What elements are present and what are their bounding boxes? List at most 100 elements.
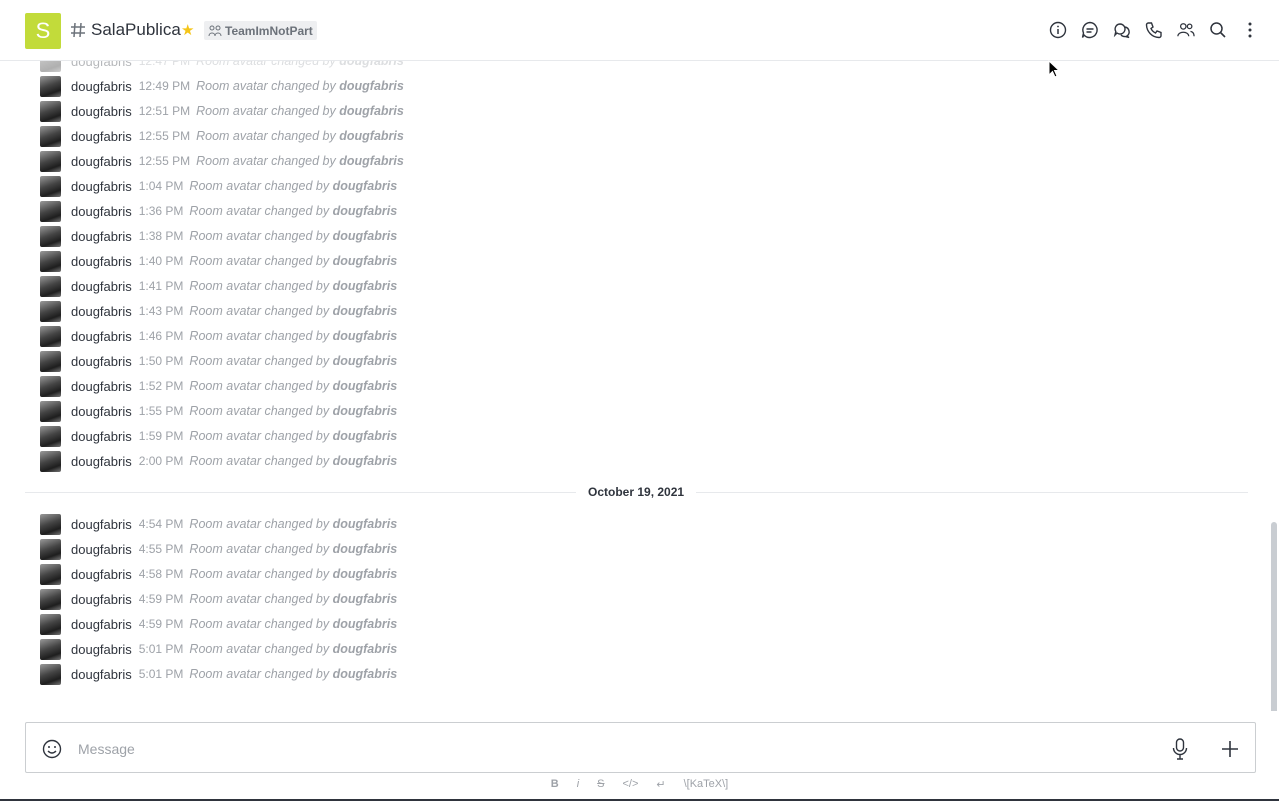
message-row[interactable]: dougfabris 1:55 PM Room avatar changed by … (40, 400, 397, 422)
user-avatar[interactable] (40, 100, 61, 122)
user-avatar[interactable] (40, 638, 61, 660)
bold-button[interactable]: B (551, 778, 559, 794)
message-username[interactable]: dougfabris (71, 329, 132, 344)
message-username[interactable]: dougfabris (71, 404, 132, 419)
user-avatar[interactable] (40, 75, 61, 97)
message-body: Room avatar changed by (189, 592, 330, 606)
message-row[interactable]: dougfabris 1:41 PM Room avatar changed by … (40, 275, 397, 297)
message-list[interactable]: October 19, 2021 dougfabris 12:47 PM Room … (0, 61, 1279, 711)
user-avatar[interactable] (40, 375, 61, 397)
message-username[interactable]: dougfabris (71, 104, 132, 119)
strike-button[interactable]: S (597, 778, 604, 794)
message-row[interactable]: dougfabris 12:55 PM Room avatar changed by… (40, 125, 404, 147)
user-avatar[interactable] (40, 450, 61, 472)
message-username[interactable]: dougfabris (71, 354, 132, 369)
message-username[interactable]: dougfabris (71, 517, 132, 532)
message-row[interactable]: dougfabris 4:55 PM Room avatar changed by … (40, 538, 397, 560)
message-username[interactable]: dougfabris (71, 667, 132, 682)
message-row[interactable]: dougfabris 4:59 PM Room avatar changed by … (40, 613, 397, 635)
user-avatar[interactable] (40, 425, 61, 447)
message-row[interactable]: dougfabris 5:01 PM Room avatar changed by … (40, 663, 397, 685)
message-row[interactable]: dougfabris 4:54 PM Room avatar changed by … (40, 513, 397, 535)
team-tag[interactable]: TeamImNotPart (204, 21, 317, 40)
user-avatar[interactable] (40, 200, 61, 222)
discussion-icon[interactable] (1081, 20, 1099, 40)
call-icon[interactable] (1145, 20, 1163, 40)
message-row[interactable]: dougfabris 1:38 PM Room avatar changed by … (40, 225, 397, 247)
search-icon[interactable] (1209, 20, 1227, 40)
message-list-scrollbar[interactable] (1271, 522, 1277, 711)
message-row[interactable]: dougfabris 1:36 PM Room avatar changed by … (40, 200, 397, 222)
message-username[interactable]: dougfabris (71, 129, 132, 144)
message-row[interactable]: dougfabris 12:49 PM Room avatar changed by… (40, 75, 404, 97)
room-avatar[interactable]: S (25, 13, 61, 49)
italic-button[interactable]: i (577, 778, 579, 794)
info-icon[interactable] (1049, 20, 1067, 40)
user-avatar[interactable] (40, 325, 61, 347)
message-row[interactable]: dougfabris 1:46 PM Room avatar changed by … (40, 325, 397, 347)
user-avatar[interactable] (40, 250, 61, 272)
multiline-button[interactable]: ↵ (656, 778, 665, 794)
message-username[interactable]: dougfabris (71, 429, 132, 444)
user-avatar[interactable] (40, 225, 61, 247)
message-username[interactable]: dougfabris (71, 454, 132, 469)
message-username[interactable]: dougfabris (71, 61, 132, 69)
user-avatar[interactable] (40, 175, 61, 197)
user-avatar[interactable] (40, 300, 61, 322)
message-row[interactable]: dougfabris 12:55 PM Room avatar changed by… (40, 150, 404, 172)
message-row[interactable]: dougfabris 12:51 PM Room avatar changed by… (40, 100, 404, 122)
message-row[interactable]: dougfabris 2:00 PM Room avatar changed by … (40, 450, 397, 472)
message-username[interactable]: dougfabris (71, 567, 132, 582)
microphone-icon[interactable] (1172, 738, 1188, 760)
user-avatar[interactable] (40, 400, 61, 422)
message-username[interactable]: dougfabris (71, 254, 132, 269)
message-row[interactable]: dougfabris 1:43 PM Room avatar changed by … (40, 300, 397, 322)
message-username[interactable]: dougfabris (71, 592, 132, 607)
user-avatar[interactable] (40, 588, 61, 610)
user-avatar[interactable] (40, 563, 61, 585)
message-row[interactable]: dougfabris 12:47 PM Room avatar changed by… (40, 61, 404, 72)
message-row[interactable]: dougfabris 1:59 PM Room avatar changed by … (40, 425, 398, 447)
message-row[interactable]: dougfabris 4:58 PM Room avatar changed by … (40, 563, 397, 585)
message-row[interactable]: dougfabris 5:01 PM Room avatar changed by … (40, 638, 398, 660)
threads-icon[interactable] (1113, 20, 1131, 40)
user-avatar[interactable] (40, 150, 61, 172)
user-avatar[interactable] (40, 125, 61, 147)
room-name[interactable]: SalaPublica (91, 20, 181, 40)
code-button[interactable]: </> (622, 778, 638, 794)
message-username[interactable]: dougfabris (71, 642, 132, 657)
message-row[interactable]: dougfabris 1:40 PM Room avatar changed by … (40, 250, 397, 272)
message-username[interactable]: dougfabris (71, 204, 132, 219)
katex-button[interactable]: \[KaTeX\] (684, 778, 729, 794)
message-username[interactable]: dougfabris (71, 79, 132, 94)
message-actor: dougfabris (332, 642, 398, 656)
message-actor: dougfabris (332, 429, 398, 443)
message-username[interactable]: dougfabris (71, 617, 132, 632)
user-avatar[interactable] (40, 613, 61, 635)
message-row[interactable]: dougfabris 1:50 PM Room avatar changed by … (40, 350, 397, 372)
user-avatar[interactable] (40, 275, 61, 297)
message-row[interactable]: dougfabris 4:59 PM Room avatar changed by … (40, 588, 397, 610)
kebab-icon[interactable] (1241, 20, 1259, 40)
emoji-icon[interactable] (42, 739, 62, 759)
message-username[interactable]: dougfabris (71, 279, 132, 294)
message-username[interactable]: dougfabris (71, 379, 132, 394)
message-username[interactable]: dougfabris (71, 179, 132, 194)
members-icon[interactable] (1177, 20, 1195, 40)
plus-icon[interactable] (1220, 739, 1240, 759)
user-avatar[interactable] (40, 538, 61, 560)
user-avatar[interactable] (40, 663, 61, 685)
message-actor: dougfabris (332, 379, 398, 393)
message-input[interactable] (76, 736, 1130, 762)
message-composer (25, 722, 1256, 773)
message-username[interactable]: dougfabris (71, 229, 132, 244)
message-username[interactable]: dougfabris (71, 154, 132, 169)
message-row[interactable]: dougfabris 1:04 PM Room avatar changed by … (40, 175, 397, 197)
message-username[interactable]: dougfabris (71, 542, 132, 557)
user-avatar[interactable] (40, 513, 61, 535)
user-avatar[interactable] (40, 350, 61, 372)
message-username[interactable]: dougfabris (71, 304, 132, 319)
user-avatar[interactable] (40, 61, 61, 72)
favorite-star-icon[interactable]: ★ (181, 22, 194, 40)
message-row[interactable]: dougfabris 1:52 PM Room avatar changed by … (40, 375, 398, 397)
